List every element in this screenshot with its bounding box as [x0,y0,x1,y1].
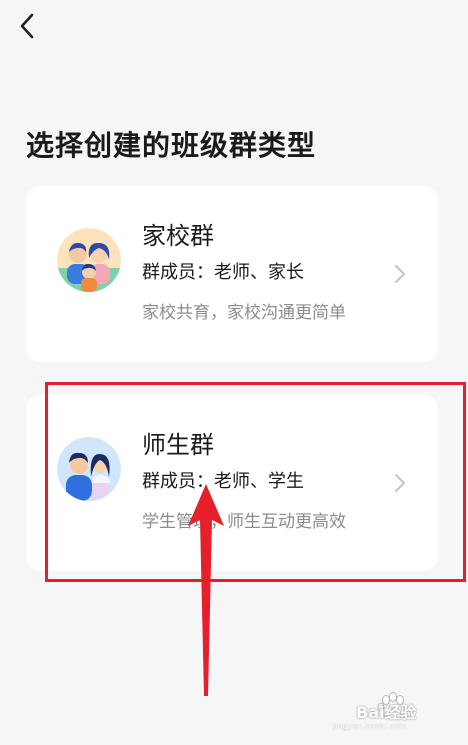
family-avatar-icon [57,228,121,292]
home-school-group-card[interactable]: 家校群 群成员：老师、家长 家校共育，家校沟通更简单 [26,186,438,362]
page-title: 选择创建的班级群类型 [26,129,317,162]
card-description: 家校共育，家校沟通更简单 [142,303,346,323]
chevron-right-icon [395,265,405,283]
highlight-annotation-box [45,382,466,582]
watermark-subtext: jingyan.baidu.com [333,722,407,731]
card-members: 群成员：老师、家长 [142,262,304,283]
watermark-text: Bai经验 [356,703,417,722]
back-button[interactable] [14,12,42,40]
arrow-up-annotation-icon [188,484,224,696]
card-title: 家校群 [142,222,214,250]
chevron-left-icon [20,13,34,39]
